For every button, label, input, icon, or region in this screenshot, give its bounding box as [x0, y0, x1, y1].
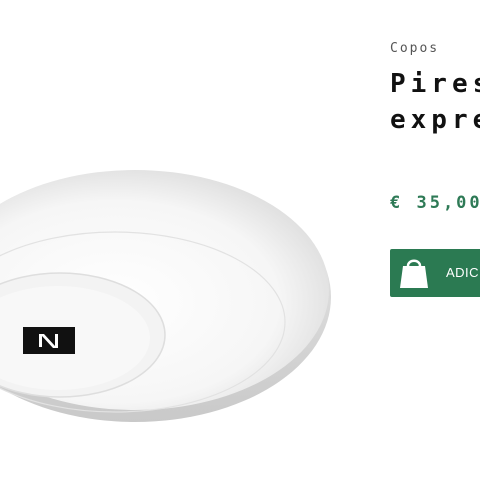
add-to-cart-button[interactable]: ADICIONAR — [390, 249, 480, 297]
saucer-image — [0, 170, 331, 422]
shopping-bag-icon — [398, 255, 430, 295]
nespresso-logo-icon — [23, 327, 75, 354]
product-price: € 35,00 — [390, 193, 480, 213]
add-to-cart-label: ADICIONAR — [446, 265, 480, 280]
product-category[interactable]: Copos — [390, 41, 439, 56]
product-title: Pires expresso — [390, 69, 480, 135]
product-image — [0, 0, 360, 480]
